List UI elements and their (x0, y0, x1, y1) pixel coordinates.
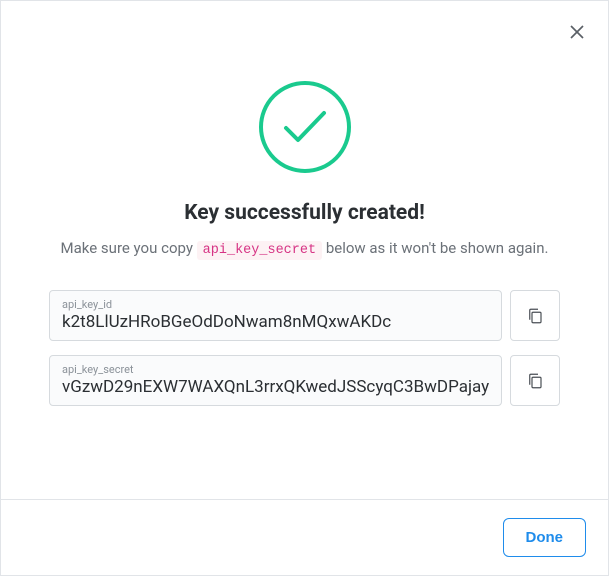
api-key-id-value: k2t8LlUzHRoBGeOdDoNwam8nMQxwAKDc (62, 312, 489, 332)
modal-heading: Key successfully created! (184, 201, 425, 225)
copy-secret-button[interactable] (510, 355, 560, 406)
done-button[interactable]: Done (503, 518, 587, 557)
close-icon (568, 23, 586, 41)
api-key-secret-row: api_key_secret vGzwD29nEXW7WAXQnL3rrxQKw… (49, 355, 560, 406)
api-key-id-row: api_key_id k2t8LlUzHRoBGeOdDoNwam8nMQxwA… (49, 290, 560, 341)
copy-id-button[interactable] (510, 290, 560, 341)
subtext-after: below as it won't be shown again. (322, 239, 548, 257)
modal-content: Key successfully created! Make sure you … (1, 1, 608, 499)
api-key-secret-label: api_key_secret (62, 363, 489, 376)
copy-icon (526, 371, 544, 391)
api-key-secret-value: vGzwD29nEXW7WAXQnL3rrxQKwedJSScyqC3BwDPa… (62, 377, 489, 397)
checkmark-icon (281, 107, 329, 147)
api-key-secret-field[interactable]: api_key_secret vGzwD29nEXW7WAXQnL3rrxQKw… (49, 355, 502, 406)
modal-footer: Done (1, 499, 608, 575)
subtext-code: api_key_secret (197, 241, 322, 260)
api-key-id-label: api_key_id (62, 298, 489, 311)
modal-subtext: Make sure you copy api_key_secret below … (61, 239, 549, 258)
copy-icon (526, 306, 544, 326)
api-key-id-field[interactable]: api_key_id k2t8LlUzHRoBGeOdDoNwam8nMQxwA… (49, 290, 502, 341)
key-created-modal: Key successfully created! Make sure you … (0, 0, 609, 576)
subtext-before: Make sure you copy (61, 239, 197, 257)
close-button[interactable] (563, 18, 591, 46)
success-icon (259, 81, 351, 173)
